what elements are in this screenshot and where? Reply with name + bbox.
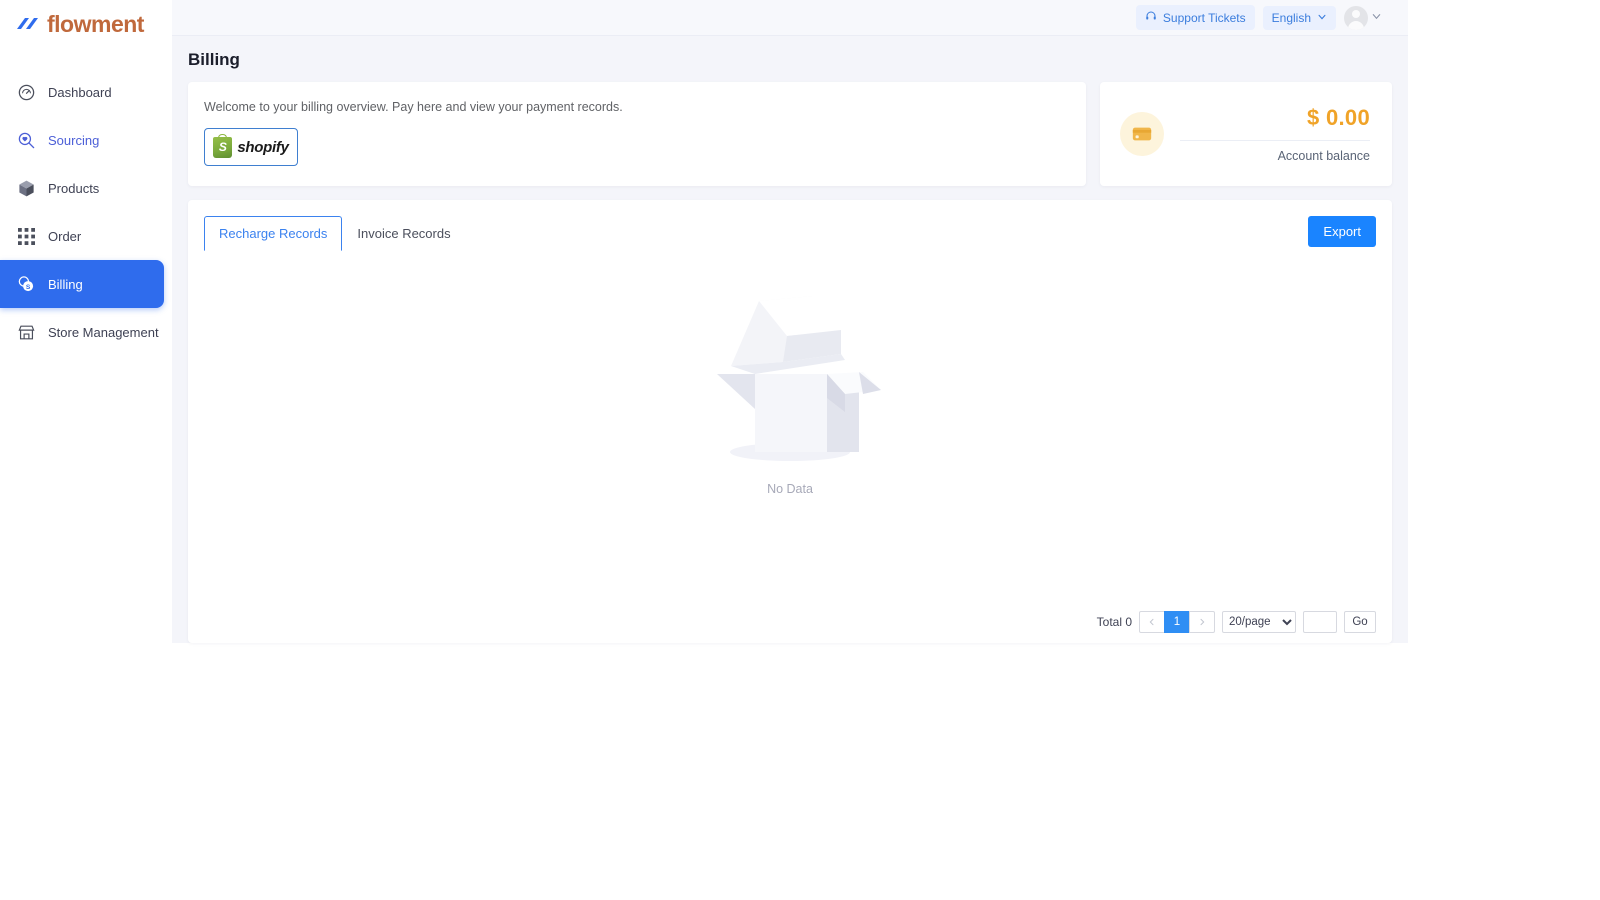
shopify-bag-icon: S (213, 133, 233, 158)
balance-values: $ 0.00 Account balance (1180, 105, 1370, 163)
page-title: Billing (188, 50, 240, 69)
welcome-text: Welcome to your billing overview. Pay he… (204, 100, 623, 114)
records-panel: Recharge Records Invoice Records Export (188, 200, 1392, 643)
svg-text:S: S (26, 284, 31, 291)
sidebar-item-dashboard[interactable]: Dashboard (0, 68, 164, 116)
tab-label: Recharge Records (219, 226, 328, 241)
sidebar-item-products[interactable]: Products (0, 164, 164, 212)
main-area: Support Tickets English Billing Welcome … (172, 0, 1408, 643)
balance-label: Account balance (1277, 149, 1370, 163)
sidebar-item-store-management[interactable]: Store Management (0, 308, 164, 356)
export-button[interactable]: Export (1308, 216, 1376, 247)
page-go-button[interactable]: Go (1344, 611, 1376, 633)
sidebar: flowment Dashboard Sourcing Products Ord… (0, 0, 172, 643)
empty-caption: No Data (767, 482, 813, 496)
shopify-label: shopify (237, 138, 289, 156)
sidebar-item-label: Billing (48, 276, 83, 292)
empty-state: No Data (188, 274, 1392, 496)
records-toolbar: Recharge Records Invoice Records Export (204, 216, 1376, 251)
credit-card-icon (1120, 112, 1164, 156)
app-viewport: flowment Dashboard Sourcing Products Ord… (0, 0, 1408, 643)
flowment-mark-icon (14, 14, 44, 34)
sidebar-item-label: Store Management (48, 324, 159, 340)
chevron-down-icon (1317, 11, 1327, 25)
balance-amount: $ 0.00 (1307, 105, 1370, 130)
pagination-total: Total 0 (1096, 615, 1132, 629)
grid-icon (16, 226, 36, 246)
store-icon (16, 322, 36, 342)
page-jump-input[interactable] (1303, 611, 1337, 633)
tab-invoice-records[interactable]: Invoice Records (342, 216, 465, 251)
language-label: English (1271, 10, 1311, 25)
welcome-card: Welcome to your billing overview. Pay he… (188, 82, 1086, 186)
user-menu[interactable] (1344, 5, 1382, 30)
sidebar-item-order[interactable]: Order (0, 212, 164, 260)
sidebar-nav: Dashboard Sourcing Products Order S Bill… (0, 68, 172, 356)
chevron-down-icon (1371, 9, 1382, 27)
page-size-select[interactable]: 10/page20/page50/page100/page (1222, 611, 1296, 633)
box-icon (16, 178, 36, 198)
search-heart-icon (16, 130, 36, 150)
headset-icon (1145, 10, 1157, 25)
sidebar-item-label: Products (48, 180, 100, 196)
language-selector[interactable]: English (1262, 5, 1336, 30)
account-balance-card: $ 0.00 Account balance (1100, 82, 1392, 186)
overview-row: Welcome to your billing overview. Pay he… (172, 82, 1408, 186)
sidebar-item-label: Sourcing (48, 132, 100, 148)
brand-name: flowment (47, 10, 144, 37)
support-tickets-button[interactable]: Support Tickets (1135, 5, 1255, 30)
sidebar-item-billing[interactable]: S Billing (0, 260, 164, 308)
gauge-icon (16, 82, 36, 102)
shopify-bag-letter: S (218, 140, 227, 154)
pagination: Total 0 1 10/page20/page50/page100/pag (1097, 611, 1376, 633)
shopify-connect-button[interactable]: S shopify (204, 128, 298, 166)
tab-label: Invoice Records (357, 226, 451, 241)
sidebar-item-label: Dashboard (48, 84, 112, 100)
support-tickets-label: Support Tickets (1162, 10, 1246, 25)
pagination-page-1[interactable]: 1 (1164, 611, 1190, 633)
tab-recharge-records[interactable]: Recharge Records (204, 216, 343, 251)
pagination-next-button[interactable] (1189, 611, 1215, 633)
sidebar-item-label: Order (48, 228, 82, 244)
brand-logo[interactable]: flowment (0, 0, 172, 48)
pagination-prev-button[interactable] (1139, 611, 1165, 633)
divider (1180, 140, 1370, 141)
sidebar-item-sourcing[interactable]: Sourcing (0, 116, 164, 164)
avatar (1344, 5, 1368, 30)
coins-icon: S (16, 274, 36, 294)
pagination-pages: 1 (1139, 611, 1215, 633)
records-tabs: Recharge Records Invoice Records (204, 216, 466, 251)
topbar: Support Tickets English (172, 0, 1408, 36)
empty-box-illustration (695, 274, 885, 474)
